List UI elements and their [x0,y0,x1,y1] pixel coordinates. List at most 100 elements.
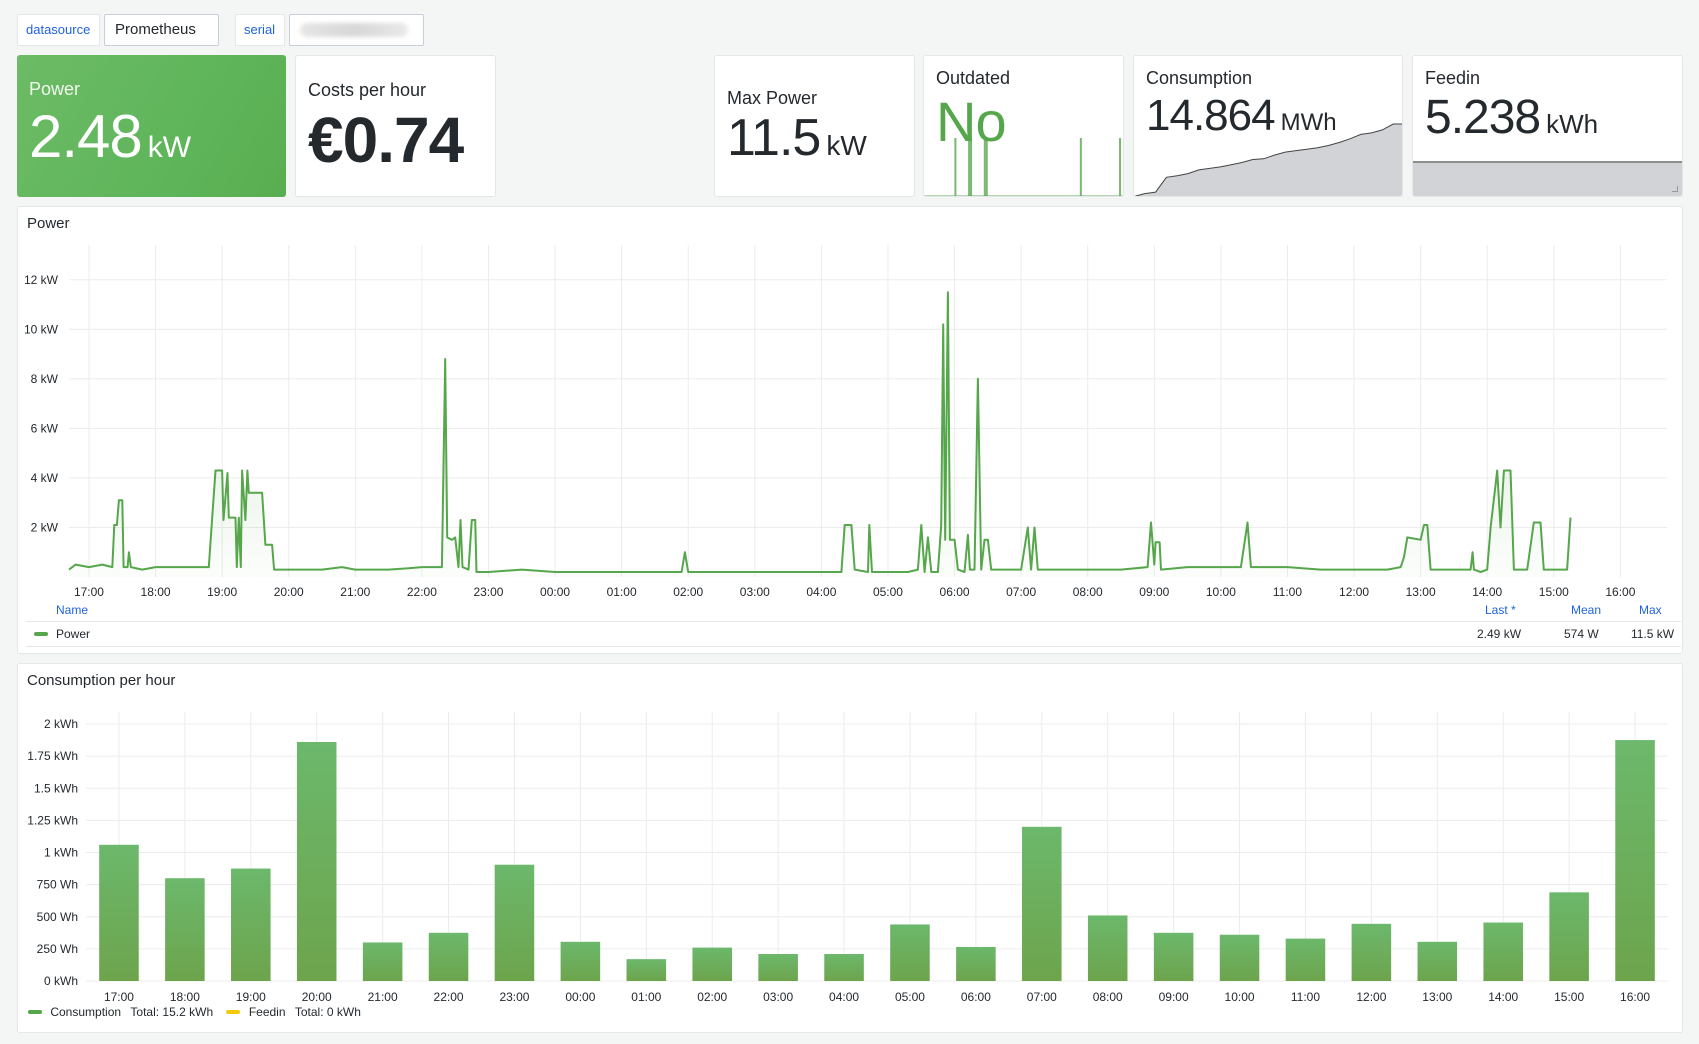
max-power-unit: kW [826,130,867,161]
legend-divider [26,621,1681,622]
x-axis-tick-label: 21:00 [368,990,398,1004]
x-axis-tick-label: 14:00 [1488,990,1518,1004]
consumption-bar[interactable] [560,941,601,981]
consumption-bar[interactable] [1483,922,1523,981]
consumption-bar[interactable] [165,878,205,981]
legend-header-max[interactable]: Max [1639,603,1662,617]
legend-header-last[interactable]: Last * [1485,603,1516,617]
consumption-bar[interactable] [1022,826,1062,981]
x-axis-tick-label: 10:00 [1206,585,1236,599]
consumption-bar[interactable] [428,932,469,981]
x-axis-tick-label: 00:00 [540,585,570,599]
consumption-bar[interactable] [1615,740,1655,981]
x-axis-tick-label: 03:00 [763,990,793,1004]
x-axis-tick-label: 18:00 [141,585,171,599]
y-axis-tick-label: 6 kW [31,421,59,435]
x-axis-tick-label: 16:00 [1620,990,1650,1004]
max-power-stat-value: 11.5 kW [727,112,867,164]
consumption-bar[interactable] [1087,915,1128,981]
feedin-sparkline-area [1413,162,1682,196]
consumption-bar[interactable] [1285,938,1326,981]
x-axis-tick-label: 09:00 [1159,990,1189,1004]
consumption-bar[interactable] [1351,923,1392,981]
x-axis-tick-label: 20:00 [302,990,332,1004]
x-axis-tick-label: 01:00 [631,990,661,1004]
x-axis-tick-label: 00:00 [565,990,595,1004]
datasource-select[interactable]: Prometheus⌄ [104,14,219,65]
y-axis-tick-label: 250 Wh [37,942,78,956]
serial-select-value-redacted [300,23,408,38]
consumption-bar[interactable] [824,954,864,981]
y-axis-tick-label: 8 kW [31,372,59,386]
consumption-bar[interactable] [99,844,139,981]
x-axis-tick-label: 07:00 [1027,990,1057,1004]
x-axis-tick-label: 11:00 [1291,990,1320,1004]
feedin-stat-value: 5.238 kWh [1425,94,1598,142]
y-axis-tick-label: 10 kW [24,322,59,336]
serial-select[interactable]: ⌄ [289,14,424,65]
x-axis-tick-label: 02:00 [673,585,703,599]
consumption-stat-panel: Consumption 14.864 MWh [1133,55,1403,197]
consumption-bar[interactable] [890,924,930,981]
x-axis-tick-label: 04:00 [829,990,859,1004]
consumption-bar[interactable] [1219,934,1260,981]
consumption-stat-title: Consumption [1146,68,1253,88]
legend-feedin-label[interactable]: Feedin [249,1005,286,1019]
x-axis-tick-label: 14:00 [1472,585,1502,599]
legend-row-max: 11.5 kW [1631,627,1675,641]
x-axis-tick-label: 05:00 [895,990,925,1004]
legend-divider [26,646,1681,647]
consumption-bar[interactable] [1417,941,1458,981]
outdated-stat-title: Outdated [936,68,1011,88]
outdated-stat-value: No [936,90,1007,153]
consumption-bar[interactable] [626,959,667,981]
consumption-bar[interactable] [1153,932,1194,981]
feedin-unit: kWh [1546,109,1599,139]
consumption-bar[interactable] [956,946,996,981]
datasource-variable-label: datasource [17,14,100,46]
consumption-bar-chart-svg[interactable]: 0 kWh 250 Wh 500 Wh 750 Wh 1 kWh 1.25 kWh 1.5 … [18,664,1683,1004]
consumption-bar[interactable] [231,868,271,981]
max-power-stat-panel: Max Power 11.5 kW [714,55,915,197]
legend-swatch-consumption [28,1010,42,1014]
x-axis-tick-label: 22:00 [434,990,464,1004]
x-axis-tick-label: 19:00 [236,990,266,1004]
costs-stat-panel: Costs per hour €0.74 [295,55,496,197]
legend-row-power[interactable]: Power 2.49 kW 574 W 11.5 kW [26,623,1681,645]
consumption-bar[interactable] [1549,892,1589,981]
y-axis-tick-label: 0 kWh [44,974,78,988]
consumption-stat-value: 14.864 MWh [1146,94,1337,138]
power-series-area [69,292,1571,577]
y-axis-tick-label: 1.75 kWh [27,749,78,763]
power-chart-svg[interactable]: 2 kW 4 kW 6 kW 8 kW 10 kW 12 kW 17:00 18:00 19:0… [18,207,1683,607]
power-timeseries-panel: Power 2 kW 4 kW 6 kW 8 kW 10 kW 12 kW 17:00 18:… [17,206,1683,654]
consumption-bar[interactable] [362,942,403,981]
x-axis-tick-label: 23:00 [473,585,503,599]
legend-row-last: 2.49 kW [1477,627,1522,641]
legend-header-name[interactable]: Name [56,603,88,617]
y-axis-tick-label: 2 kWh [44,717,78,731]
consumption-per-hour-panel: Consumption per hour 0 kWh 250 Wh 500 Wh 75… [17,663,1683,1033]
consumption-bar[interactable] [758,954,798,981]
max-power-number: 11.5 [727,109,821,167]
x-axis-tick-label: 11:00 [1273,585,1302,599]
x-axis-tick-label: 17:00 [74,585,104,599]
x-axis-tick-label: 07:00 [1006,585,1036,599]
x-axis-tick-label: 15:00 [1539,585,1569,599]
x-axis-tick-label: 17:00 [104,990,134,1004]
x-axis-tick-label: 23:00 [499,990,529,1004]
costs-stat-value: €0.74 [308,104,464,176]
consumption-bar[interactable] [692,947,732,981]
legend-consumption-label[interactable]: Consumption [50,1005,121,1019]
y-axis-tick-label: 2 kW [31,520,59,534]
y-axis-tick-label: 12 kW [24,273,59,287]
consumption-bar[interactable] [494,864,535,981]
legend-header-mean[interactable]: Mean [1571,603,1601,617]
power-stat-value: 2.48 kW [29,107,191,167]
x-axis-tick-label: 13:00 [1422,990,1452,1004]
y-axis-tick-label: 500 Wh [37,910,78,924]
x-axis-tick-label: 21:00 [340,585,370,599]
resize-handle-icon[interactable] [1672,186,1678,192]
x-axis-tick-label: 01:00 [607,585,637,599]
consumption-bar[interactable] [296,741,337,981]
